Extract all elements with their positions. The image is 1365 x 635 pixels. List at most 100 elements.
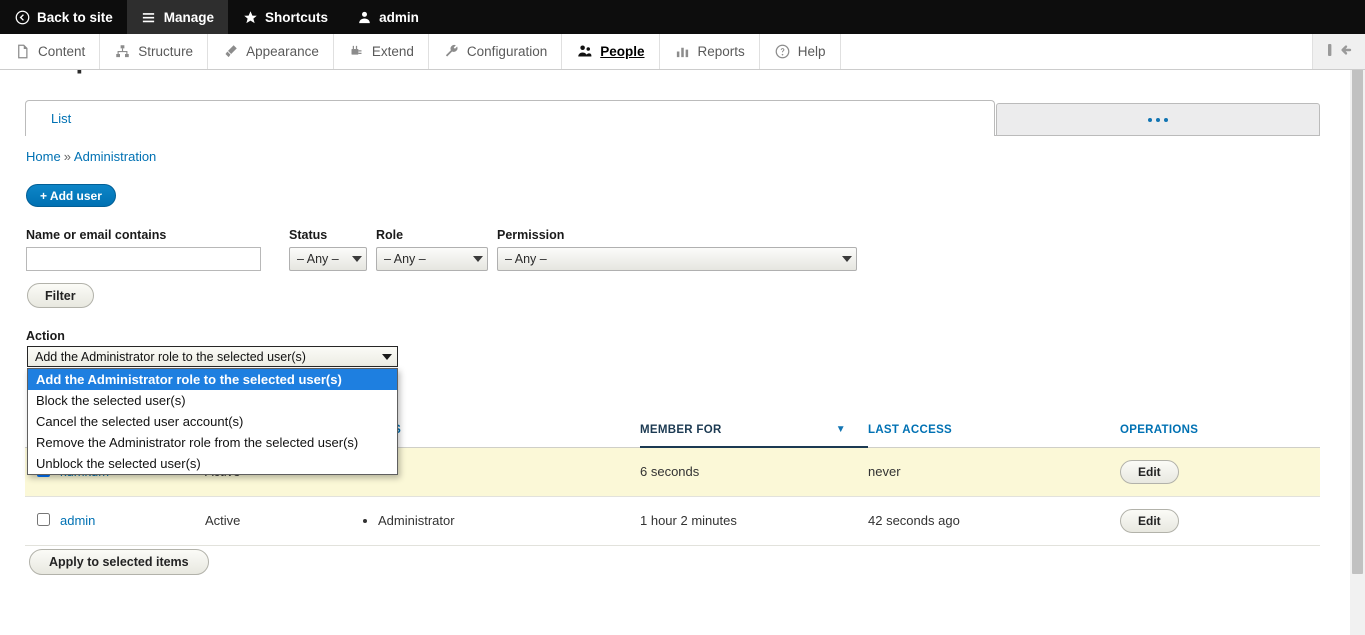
breadcrumb-home[interactable]: Home [26, 149, 61, 164]
action-option-2[interactable]: Cancel the selected user account(s) [28, 411, 397, 432]
question-mark-icon [774, 43, 791, 60]
status-select[interactable]: – Any – [289, 247, 367, 271]
back-arrow-icon [14, 9, 30, 25]
action-select[interactable]: Add the Administrator role to the select… [27, 346, 398, 367]
hamburger-icon [141, 9, 157, 25]
star-icon [242, 9, 258, 25]
action-label: Action [26, 329, 65, 343]
toolbar-item-label: admin [379, 9, 419, 25]
action-dropdown-list: Add the Administrator role to the select… [27, 368, 398, 475]
chevron-down-icon [842, 256, 852, 262]
toolbar-item-manage[interactable]: Manage [126, 0, 229, 34]
menu-item-structure[interactable]: Structure [100, 34, 209, 69]
menu-item-people[interactable]: People [562, 34, 660, 69]
admin-menu-bar: Content Structure Appearance Extend Configur… [0, 34, 1365, 70]
roles-cell: Administrator [360, 496, 640, 546]
breadcrumb-administration[interactable]: Administration [74, 149, 156, 164]
menu-item-help[interactable]: Help [760, 34, 841, 69]
chevron-down-icon [382, 353, 392, 360]
menu-item-label: Content [38, 44, 86, 59]
menu-item-label: Extend [371, 44, 414, 59]
toolbar-orientation-toggle[interactable] [1313, 34, 1365, 69]
chevron-down-icon [473, 256, 483, 262]
th-operations: OPERATIONS [1120, 418, 1320, 448]
bar-chart-icon [674, 43, 691, 60]
toolbar-item-shortcuts[interactable]: Shortcuts [228, 0, 342, 34]
filter-permission-group: Permission – Any – [497, 228, 857, 271]
last-access-cell: 42 seconds ago [868, 496, 1120, 546]
menu-item-appearance[interactable]: Appearance [208, 34, 334, 69]
action-select-value: Add the Administrator role to the select… [35, 349, 306, 364]
left-gutter [0, 34, 15, 635]
filter-status-group: Status – Any – [289, 228, 367, 271]
menu-item-label: Appearance [246, 44, 319, 59]
toolbar-item-back-to-site[interactable]: Back to site [0, 0, 127, 34]
permission-select[interactable]: – Any – [497, 247, 857, 271]
th-last-access[interactable]: LAST ACCESS [868, 418, 1120, 448]
tabs-row: List [25, 100, 1320, 136]
document-icon [14, 43, 31, 60]
tab-more-button[interactable] [996, 103, 1320, 136]
filter-role-group: Role – Any – [376, 228, 488, 271]
action-option-0[interactable]: Add the Administrator role to the select… [28, 369, 397, 390]
user-icon [356, 9, 372, 25]
filter-name-group: Name or email contains [26, 228, 261, 271]
tab-list[interactable]: List [25, 100, 995, 136]
plug-icon [348, 43, 365, 60]
th-roles[interactable]: ROLES [360, 418, 640, 448]
menu-spacer [841, 34, 1313, 69]
menu-item-label: Configuration [466, 44, 548, 59]
toolbar-item-label: Shortcuts [265, 9, 329, 25]
brush-icon [222, 43, 239, 60]
menu-item-content[interactable]: Content [0, 34, 101, 69]
table-row: admin Active Administrator1 hour 2 minutes… [25, 496, 1320, 546]
toolbar-item-label: Back to site [37, 9, 113, 25]
filter-form: Name or email contains Status – Any – Ro… [26, 228, 1306, 271]
action-option-1[interactable]: Block the selected user(s) [28, 390, 397, 411]
admin-toolbar: Back to site Manage Shortcuts admin [0, 0, 1365, 34]
menu-item-label: People [600, 44, 645, 59]
menu-item-label: Help [797, 44, 826, 59]
menu-item-reports[interactable]: Reports [660, 34, 760, 69]
member-for-cell: 6 seconds [640, 447, 868, 497]
breadcrumb-separator: » [63, 149, 71, 164]
filter-button[interactable]: Filter [27, 283, 94, 308]
ellipsis-icon [1148, 117, 1168, 122]
vertical-scrollbar[interactable] [1350, 34, 1365, 635]
toolbar-orientation-toggle-icon [1326, 42, 1352, 61]
operations-cell: Edit [1120, 496, 1320, 546]
permission-select-value: – Any – [505, 252, 547, 266]
member-for-cell: 1 hour 2 minutes [640, 496, 868, 546]
roles-cell [360, 447, 640, 497]
toolbar-item-label: Manage [163, 9, 215, 25]
edit-button[interactable]: Edit [1120, 459, 1179, 484]
th-member-for-label: MEMBER FOR [640, 424, 722, 436]
th-member-for[interactable]: MEMBER FOR ▼ [640, 418, 868, 448]
menu-item-configuration[interactable]: Configuration [429, 34, 563, 69]
edit-button[interactable]: Edit [1120, 508, 1179, 533]
wrench-icon [443, 43, 460, 60]
action-option-4[interactable]: Unblock the selected user(s) [28, 453, 397, 474]
menu-item-label: Reports [697, 44, 745, 59]
row-checkbox[interactable] [37, 512, 50, 526]
last-access-cell: never [868, 447, 1120, 497]
add-user-button[interactable]: + Add user [26, 184, 116, 207]
role-item: Administrator [378, 513, 640, 528]
username-link[interactable]: admin [60, 513, 95, 528]
filter-permission-label: Permission [497, 228, 565, 242]
people-icon [576, 43, 593, 60]
role-select[interactable]: – Any – [376, 247, 488, 271]
toolbar-item-admin[interactable]: admin [342, 0, 433, 34]
menu-item-extend[interactable]: Extend [334, 34, 429, 69]
filter-status-label: Status [289, 228, 328, 242]
structure-icon [114, 43, 131, 60]
scrollbar-thumb[interactable] [1352, 34, 1363, 574]
username-cell: admin [60, 496, 205, 546]
filter-role-label: Role [376, 228, 404, 242]
search-input[interactable] [26, 247, 261, 271]
tab-list-label: List [51, 111, 72, 126]
apply-to-selected-items-button[interactable]: Apply to selected items [29, 549, 209, 575]
status-select-value: – Any – [297, 252, 339, 266]
action-option-3[interactable]: Remove the Administrator role from the s… [28, 432, 397, 453]
role-select-value: – Any – [384, 252, 426, 266]
